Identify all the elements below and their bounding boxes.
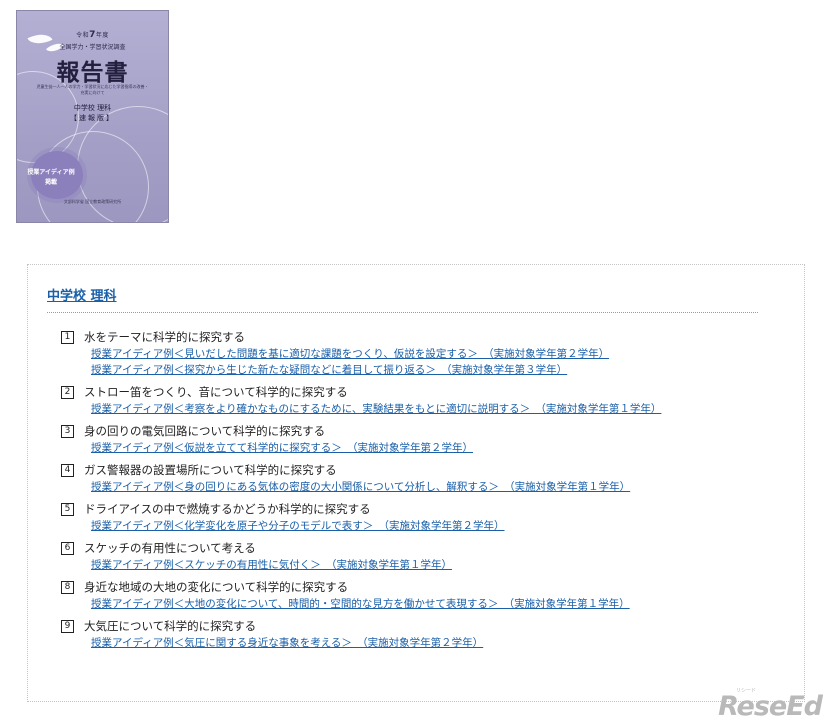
subject-section: 中学校 理科 1 水をテーマに科学的に探究する授業アイディア例＜見いだした問題を基… xyxy=(27,264,805,702)
cover-title: 報告書 xyxy=(56,60,129,86)
lesson-idea-link[interactable]: 授業アイディア例＜仮説を立てて科学的に探究する＞ （実施対象学年第２学年） xyxy=(91,440,761,456)
item-title: 水をテーマに科学的に探究する xyxy=(84,330,245,344)
list-item: 4 ガス警報器の設置場所について科学的に探究する授業アイディア例＜身の回りにある気… xyxy=(61,461,761,495)
item-heading: 3 身の回りの電気回路について科学的に探究する xyxy=(61,422,761,440)
cover-badge-line: 掲載 xyxy=(44,179,57,186)
list-item: 3 身の回りの電気回路について科学的に探究する授業アイディア例＜仮説を立てて科学的… xyxy=(61,422,761,456)
item-heading: 5 ドライアイスの中で燃焼するかどうか科学的に探究する xyxy=(61,500,761,518)
item-number-box: 1 xyxy=(61,330,74,344)
lesson-idea-link[interactable]: 授業アイディア例＜考察をより確かなものにするために、実験結果をもとに適切に説明す… xyxy=(91,401,761,417)
cover-era-suffix: 年度 xyxy=(95,32,109,39)
item-title: 身の回りの電気回路について科学的に探究する xyxy=(84,424,326,438)
item-title: 身近な地域の大地の変化について科学的に探究する xyxy=(84,580,349,594)
cover-publisher: 文部科学省 国立教育政策研究所 xyxy=(63,199,122,204)
item-title: スケッチの有用性について考える xyxy=(84,541,256,555)
item-heading: 6 スケッチの有用性について考える xyxy=(61,539,761,557)
cover-edition: 【速報版】 xyxy=(70,114,115,122)
list-item: 5 ドライアイスの中で燃焼するかどうか科学的に探究する授業アイディア例＜化学変化を… xyxy=(61,500,761,534)
item-heading: 8 身近な地域の大地の変化について科学的に探究する xyxy=(61,578,761,596)
item-number-box: 3 xyxy=(61,424,74,438)
item-heading: 1 水をテーマに科学的に探究する xyxy=(61,328,761,346)
item-number-box: 4 xyxy=(61,463,74,477)
item-number-box: 2 xyxy=(61,385,74,399)
cover-badge-line: 授業アイディア例 xyxy=(27,169,75,176)
report-cover-image: 令和7年度 全国学力・学習状況調査 報告書 児童生徒一人一人の学力・学習状況に応… xyxy=(16,10,169,223)
list-item: 1 水をテーマに科学的に探究する授業アイディア例＜見いだした問題を基に適切な課題を… xyxy=(61,328,761,378)
lesson-idea-link[interactable]: 授業アイディア例＜見いだした問題を基に適切な課題をつくり、仮説を設定する＞ （実… xyxy=(91,346,761,362)
cover-era-name: 令和 xyxy=(76,32,90,39)
lesson-idea-link[interactable]: 授業アイディア例＜化学変化を原子や分子のモデルで表す＞ （実施対象学年第２学年） xyxy=(91,518,761,534)
item-heading: 4 ガス警報器の設置場所について科学的に探究する xyxy=(61,461,761,479)
lesson-idea-link[interactable]: 授業アイディア例＜身の回りにある気体の密度の大小関係について分析し、解釈する＞ … xyxy=(91,479,761,495)
item-list: 1 水をテーマに科学的に探究する授業アイディア例＜見いだした問題を基に適切な課題を… xyxy=(61,328,761,656)
list-item: 8 身近な地域の大地の変化について科学的に探究する授業アイディア例＜大地の変化につ… xyxy=(61,578,761,612)
cover-survey-name: 全国学力・学習状況調査 xyxy=(59,44,126,51)
item-title: 大気圧について科学的に探究する xyxy=(84,619,257,633)
lesson-idea-link[interactable]: 授業アイディア例＜気圧に関する身近な事象を考える＞ （実施対象学年第２学年） xyxy=(91,635,761,651)
item-number-box: 6 xyxy=(61,541,74,555)
section-divider xyxy=(47,312,758,313)
lesson-idea-link[interactable]: 授業アイディア例＜大地の変化について、時間的・空間的な見方を働かせて表現する＞ … xyxy=(91,596,761,612)
list-item: 6 スケッチの有用性について考える授業アイディア例＜スケッチの有用性に気付く＞ （… xyxy=(61,539,761,573)
cover-badge-text: 授業アイディア例 掲載 xyxy=(21,168,81,188)
lesson-idea-link[interactable]: 授業アイディア例＜探究から生じた新たな疑問などに着目して振り返る＞ （実施対象学… xyxy=(91,362,761,378)
list-item: 9 大気圧について科学的に探究する授業アイディア例＜気圧に関する身近な事象を考える… xyxy=(61,617,761,651)
cover-subject: 中学校 理科 xyxy=(73,104,112,112)
item-title: ガス警報器の設置場所について科学的に探究する xyxy=(84,463,337,477)
cover-era-year: 7 xyxy=(89,30,96,40)
resed-logo: ReseEd xyxy=(718,691,823,722)
cover-era: 令和7年度 xyxy=(17,30,168,40)
item-title: ストロー笛をつくり、音について科学的に探究する xyxy=(84,385,348,399)
item-number-box: 5 xyxy=(61,502,74,516)
lesson-idea-link[interactable]: 授業アイディア例＜スケッチの有用性に気付く＞ （実施対象学年第１学年） xyxy=(91,557,761,573)
cover-note: 児童生徒一人一人の学力・学習状況に応じた学習指導の改善・充実に向けて xyxy=(36,84,149,95)
section-title-link[interactable]: 中学校 理科 xyxy=(47,285,117,304)
item-heading: 9 大気圧について科学的に探究する xyxy=(61,617,761,635)
item-heading: 2 ストロー笛をつくり、音について科学的に探究する xyxy=(61,383,761,401)
item-number-box: 8 xyxy=(61,580,74,594)
list-item: 2 ストロー笛をつくり、音について科学的に探究する授業アイディア例＜考察をより確か… xyxy=(61,383,761,417)
item-title: ドライアイスの中で燃焼するかどうか科学的に探究する xyxy=(84,502,371,516)
item-number-box: 9 xyxy=(61,619,74,633)
